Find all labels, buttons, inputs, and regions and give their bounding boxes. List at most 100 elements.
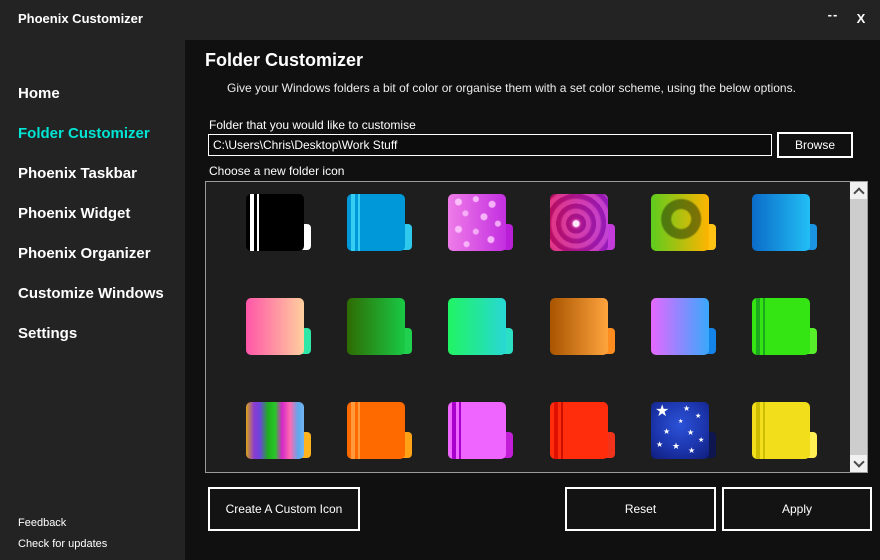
sidebar-link-check-for-updates[interactable]: Check for updates — [18, 538, 107, 550]
folder-stripe — [351, 194, 355, 251]
folder-icon-violet-blue-gradient[interactable] — [651, 298, 709, 355]
folder-icon-red-striped[interactable] — [550, 402, 608, 459]
star-icon: ★ — [688, 447, 695, 455]
folder-icon-black-white-stripes[interactable] — [246, 194, 304, 251]
star-icon: ★ — [698, 437, 704, 444]
dots-pattern — [448, 194, 506, 251]
folder-icon-green-orange-ring[interactable] — [651, 194, 709, 251]
folder-body — [246, 298, 304, 355]
sidebar-item-phoenix-organizer[interactable]: Phoenix Organizer — [0, 233, 185, 273]
folder-icon-starry-blue[interactable]: ★★★★★★★★★★ — [651, 402, 709, 459]
folder-body — [246, 194, 304, 251]
folder-body — [448, 402, 506, 459]
reset-button[interactable]: Reset — [565, 487, 716, 531]
folder-shape — [651, 194, 709, 251]
apply-button[interactable]: Apply — [722, 487, 872, 531]
title-bar: Phoenix Customizer -- X — [0, 0, 880, 40]
folder-shape — [347, 298, 405, 355]
star-icon: ★ — [687, 429, 694, 437]
sidebar-item-home[interactable]: Home — [0, 73, 185, 113]
icon-grid-container: ★★★★★★★★★★ — [205, 181, 868, 473]
ring-pattern — [651, 194, 709, 251]
folder-body — [448, 194, 506, 251]
folder-stripe — [351, 402, 355, 459]
folder-icon-violet-bubbles[interactable] — [448, 194, 506, 251]
folder-stripe — [452, 402, 456, 459]
stars-pattern: ★★★★★★★★★★ — [651, 402, 709, 459]
folder-shape — [651, 298, 709, 355]
folder-stripe — [756, 298, 760, 355]
scroll-up-button[interactable] — [850, 182, 867, 199]
sidebar-item-phoenix-taskbar[interactable]: Phoenix Taskbar — [0, 153, 185, 193]
folder-icon-green-striped[interactable] — [752, 298, 810, 355]
folder-stripe — [763, 298, 765, 355]
folder-body — [752, 298, 810, 355]
folder-shape — [550, 194, 608, 251]
star-icon: ★ — [656, 441, 663, 449]
folder-shape — [347, 194, 405, 251]
scroll-down-button[interactable] — [850, 455, 867, 472]
folder-body — [651, 298, 709, 355]
app-window: Phoenix Customizer -- X HomeFolder Custo… — [0, 0, 880, 560]
folder-icon-blue-gradient[interactable] — [752, 194, 810, 251]
folder-path-input[interactable] — [208, 134, 772, 156]
folder-icon-blue-striped[interactable] — [347, 194, 405, 251]
browse-button[interactable]: Browse — [777, 132, 853, 158]
folder-icon-orange-striped[interactable] — [347, 402, 405, 459]
swirl-pattern — [550, 194, 608, 251]
folder-icon-magenta-striped[interactable] — [448, 402, 506, 459]
star-icon: ★ — [695, 413, 701, 420]
sidebar-link-feedback[interactable]: Feedback — [18, 517, 66, 529]
folder-stripe — [459, 402, 461, 459]
folder-icon-yellow-striped[interactable] — [752, 402, 810, 459]
folder-stripe — [257, 194, 259, 251]
star-icon: ★ — [683, 405, 690, 413]
star-icon: ★ — [672, 442, 680, 451]
folder-shape — [448, 194, 506, 251]
folder-shape — [246, 402, 304, 459]
main-panel: Folder Customizer Give your Windows fold… — [185, 40, 880, 560]
sidebar: HomeFolder CustomizerPhoenix TaskbarPhoe… — [0, 40, 185, 560]
folder-stripe — [358, 402, 360, 459]
sidebar-item-settings[interactable]: Settings — [0, 313, 185, 353]
folder-body — [550, 402, 608, 459]
sidebar-item-folder-customizer[interactable]: Folder Customizer — [0, 113, 185, 153]
folder-shape — [347, 402, 405, 459]
scrollbar-thumb[interactable] — [850, 199, 867, 455]
folder-body — [448, 298, 506, 355]
folder-body — [752, 194, 810, 251]
sidebar-item-customize-windows[interactable]: Customize Windows — [0, 273, 185, 313]
folder-shape — [550, 298, 608, 355]
folder-icon-rainbow-stripes[interactable] — [246, 402, 304, 459]
window-title: Phoenix Customizer — [18, 11, 143, 26]
folder-path-label: Folder that you would like to customise — [209, 118, 416, 132]
folder-icon-orange-gradient[interactable] — [550, 298, 608, 355]
minimize-button[interactable]: -- — [822, 7, 844, 22]
icon-grid-scrollbar[interactable] — [850, 182, 867, 472]
folder-body — [752, 402, 810, 459]
star-icon: ★ — [663, 428, 670, 436]
folder-icon-green-gradient[interactable] — [347, 298, 405, 355]
sidebar-nav: HomeFolder CustomizerPhoenix TaskbarPhoe… — [0, 40, 185, 353]
folder-stripe — [250, 194, 254, 251]
scroll-down-icon — [853, 456, 864, 467]
folder-body — [246, 402, 304, 459]
folder-stripe — [561, 402, 563, 459]
folder-icon-magenta-swirl[interactable] — [550, 194, 608, 251]
folder-body — [550, 194, 608, 251]
folder-body: ★★★★★★★★★★ — [651, 402, 709, 459]
close-button[interactable]: X — [850, 11, 872, 26]
folder-stripe — [358, 194, 360, 251]
folder-shape — [550, 402, 608, 459]
folder-body — [651, 194, 709, 251]
sidebar-item-phoenix-widget[interactable]: Phoenix Widget — [0, 193, 185, 233]
folder-body — [550, 298, 608, 355]
folder-shape — [448, 298, 506, 355]
folder-icon-pink-peach-gradient[interactable] — [246, 298, 304, 355]
folder-body — [347, 298, 405, 355]
folder-shape — [246, 194, 304, 251]
create-custom-icon-button[interactable]: Create A Custom Icon — [208, 487, 360, 531]
folder-icon-green-cyan-gradient[interactable] — [448, 298, 506, 355]
folder-shape — [752, 298, 810, 355]
star-icon: ★ — [678, 419, 683, 425]
